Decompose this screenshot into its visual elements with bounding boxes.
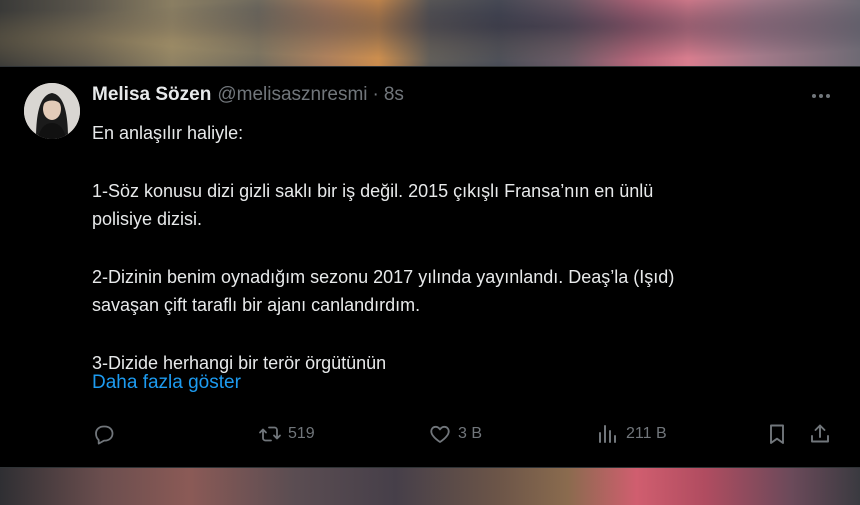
more-dots-icon: [812, 94, 816, 98]
views-chart-icon: [599, 425, 616, 443]
blurred-background-bottom: [0, 468, 860, 505]
tweet-line: polisiye dizisi.: [92, 209, 203, 229]
author-name[interactable]: Melisa Sözen: [92, 84, 211, 106]
more-dots-icon-dot2: [819, 94, 823, 98]
avatar[interactable]: [24, 83, 80, 139]
tweet-text: En anlaşılır haliyle: 1-Söz konusu dizi …: [92, 119, 812, 377]
tweet-line: 2-Dizinin benim oynadığım sezonu 2017 yı…: [92, 267, 675, 287]
repost-count: 519: [288, 425, 315, 442]
reply-icon: [95, 425, 114, 445]
tweet-header: Melisa Sözen @melisasznresmi · 8s: [92, 84, 404, 108]
like-button[interactable]: 3 B: [428, 419, 482, 449]
heart-icon: [430, 425, 450, 443]
separator-dot: ·: [372, 84, 379, 105]
tweet-line: 1-Söz konusu dizi gizli saklı bir iş değ…: [92, 181, 654, 201]
more-options-button[interactable]: [806, 85, 836, 107]
tweet-time[interactable]: 8s: [384, 84, 404, 106]
repost-button[interactable]: 519: [258, 419, 315, 449]
share-button[interactable]: [808, 419, 832, 449]
like-count: 3 B: [458, 425, 483, 442]
views-count: 211 B: [626, 425, 667, 442]
tweet-card[interactable]: Melisa Sözen @melisasznresmi · 8s En anl…: [0, 66, 860, 468]
blurred-background-top: [0, 0, 860, 66]
bookmark-icon: [770, 424, 784, 444]
more-dots-icon-dot3: [826, 94, 830, 98]
author-handle[interactable]: @melisasznresmi: [217, 84, 367, 106]
reply-button[interactable]: [92, 419, 122, 449]
bookmark-button[interactable]: [765, 419, 789, 449]
tweet-actions: 519 3 B 211 B: [0, 419, 860, 449]
tweet-line: savaşan çift taraflı bir ajanı canlandır…: [92, 295, 421, 315]
share-icon: [811, 424, 829, 443]
tweet-line: En anlaşılır haliyle:: [92, 123, 244, 143]
repost-icon: [259, 426, 281, 442]
views-button[interactable]: 211 B: [596, 419, 667, 449]
avatar-photo: [24, 83, 80, 139]
show-more-link[interactable]: Daha fazla göster: [92, 372, 241, 394]
